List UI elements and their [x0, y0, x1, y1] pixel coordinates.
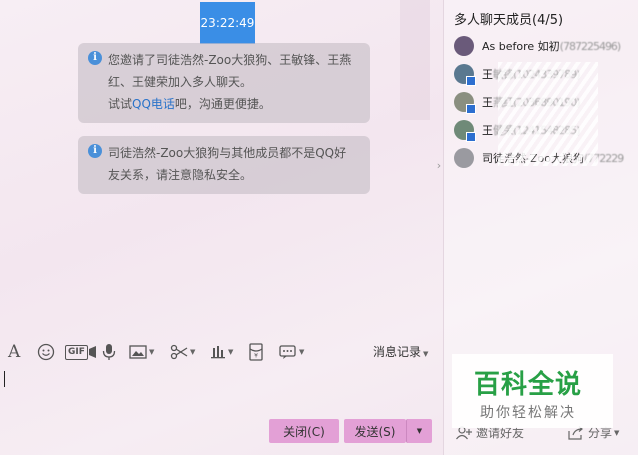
member-row[interactable]: As before 如初(787225496)	[454, 34, 638, 58]
avatar	[454, 148, 474, 168]
chevron-down-icon: ▼	[228, 348, 234, 356]
text-cursor	[4, 371, 5, 387]
chevron-down-icon: ▼	[614, 428, 620, 437]
system-notice-invite: i 您邀请了司徒浩然-Zoo大狼狗、王敏锋、王燕 红、王健荣加入多人聊天。 试试…	[78, 43, 370, 123]
device-badge-icon	[466, 76, 476, 86]
avatar	[454, 120, 476, 142]
send-button[interactable]: 发送(S)	[344, 419, 406, 443]
chevron-down-icon: ▼	[190, 348, 196, 356]
message-timestamp: 23:22:49	[200, 2, 255, 44]
bar-chart-icon[interactable]: ▼	[210, 342, 233, 362]
info-icon: i	[88, 51, 102, 65]
device-badge-icon	[466, 132, 476, 142]
image-icon[interactable]: ▼	[129, 342, 154, 362]
member-name: As before 如初(787225496)	[482, 38, 622, 54]
send-options-button[interactable]: ▼	[406, 419, 432, 443]
close-button[interactable]: 关闭(C)	[269, 419, 339, 443]
device-badge-icon	[466, 104, 476, 114]
notice-text: 试试	[108, 97, 133, 111]
scissors-icon[interactable]: ▼	[170, 342, 195, 362]
svg-text:¥: ¥	[254, 353, 258, 360]
chevron-down-icon: ▼	[299, 348, 305, 356]
privacy-scribble-overlay	[498, 62, 598, 166]
member-panel-title: 多人聊天成员(4/5)	[454, 13, 564, 28]
notice-text: 吧，沟通更便捷。	[174, 97, 271, 111]
watermark-subtitle: 助你轻松解决	[480, 405, 576, 421]
system-notice-privacy: i 司徒浩然-Zoo大狼狗与其他成员都不是QQ好 友关系，请注意隐私安全。	[78, 136, 370, 194]
notice-line: 司徒浩然-Zoo大狼狗与其他成员都不是QQ好	[108, 146, 347, 160]
notice-line: 友关系，请注意隐私安全。	[108, 168, 253, 182]
avatar	[454, 64, 476, 86]
gif-icon[interactable]: GIF	[65, 342, 97, 362]
chat-message-area[interactable]: 23:22:49 i 您邀请了司徒浩然-Zoo大狼狗、王敏锋、王燕 红、王健荣加…	[0, 0, 444, 333]
avatar	[454, 36, 474, 56]
member-display-name: 王	[482, 124, 493, 137]
watermark-title: 百科全说	[474, 370, 583, 400]
more-apps-icon[interactable]: ▼	[279, 342, 304, 362]
notice-line: 试试QQ电话吧，沟通更便捷。	[108, 93, 360, 115]
input-toolbar: A GIF ▼ ▼ ▼ ¥ ▼ 消息记录 ▼	[0, 338, 444, 366]
message-history-button[interactable]: 消息记录 ▼	[373, 343, 428, 360]
notice-line: 红、王健荣加入多人聊天。	[108, 75, 253, 89]
font-icon[interactable]: A	[8, 342, 20, 362]
info-icon: i	[88, 144, 102, 158]
member-display-name: 王	[482, 96, 493, 109]
message-input[interactable]	[0, 366, 444, 416]
emoji-icon[interactable]	[37, 342, 55, 362]
member-display-name: As before 如初	[482, 40, 560, 53]
member-qq-number: (787225496)	[559, 40, 622, 53]
gif-label: GIF	[65, 344, 88, 360]
history-label: 消息记录	[373, 345, 422, 359]
member-display-name: 王	[482, 68, 493, 81]
chevron-down-icon: ▼	[149, 348, 155, 356]
notice-line: 您邀请了司徒浩然-Zoo大狼狗、王敏锋、王燕	[108, 53, 352, 67]
avatar	[454, 92, 476, 114]
chevron-down-icon: ▼	[423, 350, 429, 358]
qq-call-link[interactable]: QQ电话	[132, 97, 175, 111]
red-packet-icon[interactable]: ¥	[248, 342, 264, 362]
microphone-icon[interactable]	[101, 342, 117, 362]
chevron-down-icon: ▼	[416, 427, 423, 435]
watermark-logo: 百科全说 助你轻松解决	[452, 354, 613, 428]
